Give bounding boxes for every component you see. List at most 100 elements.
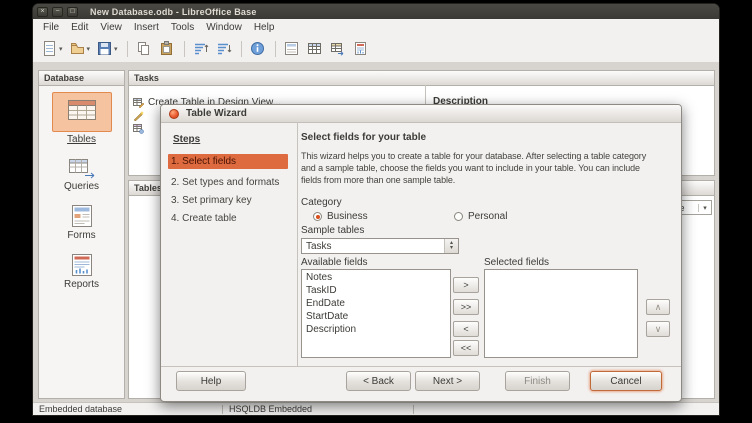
statusbar-database-type: Embedded database bbox=[33, 403, 222, 415]
caret-down-icon: ▾ bbox=[114, 45, 118, 53]
sample-tables-label: Sample tables bbox=[301, 225, 364, 236]
menu-insert[interactable]: Insert bbox=[128, 21, 165, 34]
menubar: File Edit View Insert Tools Window Help bbox=[33, 19, 719, 35]
tasks-header: Tasks bbox=[129, 71, 714, 86]
remove-field-button[interactable]: < bbox=[453, 321, 479, 337]
available-field-description[interactable]: Description bbox=[302, 323, 450, 336]
save-button[interactable]: ▾ bbox=[94, 37, 120, 60]
sidebar-item-queries-label: Queries bbox=[64, 181, 99, 192]
sidebar-item-tables-label: Tables bbox=[67, 134, 96, 145]
caret-down-icon: ▾ bbox=[59, 45, 63, 53]
steps-header: Steps bbox=[173, 134, 200, 145]
help-button[interactable]: Help bbox=[176, 371, 246, 391]
dialog-close-button[interactable] bbox=[169, 109, 179, 119]
statusbar-separator bbox=[413, 405, 414, 414]
table-icon bbox=[306, 40, 323, 57]
new-database-button[interactable]: ▾ bbox=[39, 37, 65, 60]
available-field-startdate[interactable]: StartDate bbox=[302, 310, 450, 323]
window-title: New Database.odb - LibreOffice Base bbox=[90, 7, 257, 17]
tables-panel-header-label: Tables bbox=[134, 183, 162, 193]
toolbar-separator bbox=[184, 41, 185, 57]
menu-window[interactable]: Window bbox=[200, 21, 248, 34]
screen: × − □ New Database.odb - LibreOffice Bas… bbox=[0, 0, 752, 423]
info-icon bbox=[249, 40, 266, 57]
finish-button[interactable]: Finish bbox=[505, 371, 570, 391]
caret-down-icon: ▾ bbox=[87, 45, 91, 53]
save-icon bbox=[96, 40, 113, 57]
sidebar-header-label: Database bbox=[44, 73, 84, 83]
dropdown-spin-button[interactable]: ▴ ▾ bbox=[444, 239, 458, 253]
design-view-icon bbox=[133, 97, 144, 108]
titlebar: × − □ New Database.odb - LibreOffice Bas… bbox=[33, 4, 719, 19]
query-icon bbox=[329, 40, 346, 57]
next-button[interactable]: Next > bbox=[415, 371, 480, 391]
tasks-header-label: Tasks bbox=[134, 73, 159, 83]
menu-help[interactable]: Help bbox=[248, 21, 281, 34]
sidebar-item-reports[interactable]: Reports bbox=[39, 253, 124, 290]
query-button[interactable] bbox=[327, 37, 348, 60]
cancel-button[interactable]: Cancel bbox=[590, 371, 662, 391]
sort-descending-button[interactable] bbox=[213, 37, 234, 60]
table-button[interactable] bbox=[304, 37, 325, 60]
remove-all-fields-button[interactable]: << bbox=[453, 340, 479, 356]
available-field-enddate[interactable]: EndDate bbox=[302, 297, 450, 310]
copy-icon bbox=[135, 40, 152, 57]
copy-button[interactable] bbox=[133, 37, 154, 60]
available-field-taskid[interactable]: TaskID bbox=[302, 284, 450, 297]
view-icon bbox=[133, 123, 144, 134]
sidebar-item-tables[interactable]: Tables bbox=[39, 92, 124, 145]
steps-column: Steps 1. Select fields 2. Set types and … bbox=[161, 122, 298, 366]
chevron-down-icon: ▾ bbox=[698, 204, 711, 212]
add-all-fields-button[interactable]: >> bbox=[453, 299, 479, 315]
sidebar-item-forms[interactable]: Forms bbox=[39, 204, 124, 241]
report-icon bbox=[352, 40, 369, 57]
personal-radio[interactable]: Personal bbox=[454, 211, 507, 222]
available-fields-list[interactable]: Notes TaskID EndDate StartDate Descripti… bbox=[301, 269, 451, 358]
form-button[interactable] bbox=[281, 37, 302, 60]
maximize-window-icon[interactable]: □ bbox=[67, 7, 78, 17]
spin-down-icon: ▾ bbox=[450, 246, 453, 251]
tables-icon bbox=[66, 96, 98, 123]
sidebar-header: Database bbox=[39, 71, 124, 86]
menu-file[interactable]: File bbox=[37, 21, 65, 34]
selected-fields-list[interactable] bbox=[484, 269, 638, 358]
personal-radio-label: Personal bbox=[468, 211, 507, 222]
sort-descending-icon bbox=[215, 40, 232, 57]
close-window-icon[interactable]: × bbox=[37, 7, 48, 17]
report-button[interactable] bbox=[350, 37, 371, 60]
dialog-description-line3: fields from more than one sample table. bbox=[301, 175, 455, 185]
available-field-notes[interactable]: Notes bbox=[302, 271, 450, 284]
selected-fields-label: Selected fields bbox=[484, 257, 549, 268]
step-set-types[interactable]: 2. Set types and formats bbox=[168, 175, 288, 190]
toolbar-separator bbox=[241, 41, 242, 57]
dialog-title: Table Wizard bbox=[186, 108, 247, 119]
sidebar-item-queries[interactable]: Queries bbox=[39, 157, 124, 192]
sort-ascending-button[interactable] bbox=[190, 37, 211, 60]
sample-tables-dropdown[interactable]: Tasks ▴ ▾ bbox=[301, 238, 459, 254]
step-create-table[interactable]: 4. Create table bbox=[168, 211, 288, 226]
paste-icon bbox=[158, 40, 175, 57]
menu-tools[interactable]: Tools bbox=[165, 21, 200, 34]
info-button[interactable] bbox=[247, 37, 268, 60]
step-set-primary-key[interactable]: 3. Set primary key bbox=[168, 193, 288, 208]
business-radio[interactable]: Business bbox=[313, 211, 368, 222]
menu-edit[interactable]: Edit bbox=[65, 21, 94, 34]
table-wizard-dialog: Table Wizard Steps 1. Select fields 2. S… bbox=[160, 104, 682, 402]
sort-ascending-icon bbox=[192, 40, 209, 57]
move-up-button[interactable]: ∧ bbox=[646, 299, 670, 315]
dialog-titlebar[interactable]: Table Wizard bbox=[161, 105, 681, 123]
paste-button[interactable] bbox=[156, 37, 177, 60]
back-button[interactable]: < Back bbox=[346, 371, 411, 391]
business-radio-label: Business bbox=[327, 211, 368, 222]
menu-view[interactable]: View bbox=[94, 21, 128, 34]
dialog-footer-separator bbox=[161, 366, 681, 367]
category-label: Category bbox=[301, 197, 342, 208]
step-select-fields[interactable]: 1. Select fields bbox=[168, 154, 288, 169]
toolbar-separator bbox=[275, 41, 276, 57]
minimize-window-icon[interactable]: − bbox=[52, 7, 63, 17]
open-button[interactable]: ▾ bbox=[67, 37, 93, 60]
open-folder-icon bbox=[69, 40, 86, 57]
move-down-button[interactable]: ∨ bbox=[646, 321, 670, 337]
add-field-button[interactable]: > bbox=[453, 277, 479, 293]
statusbar-engine: HSQLDB Embedded bbox=[223, 403, 413, 415]
